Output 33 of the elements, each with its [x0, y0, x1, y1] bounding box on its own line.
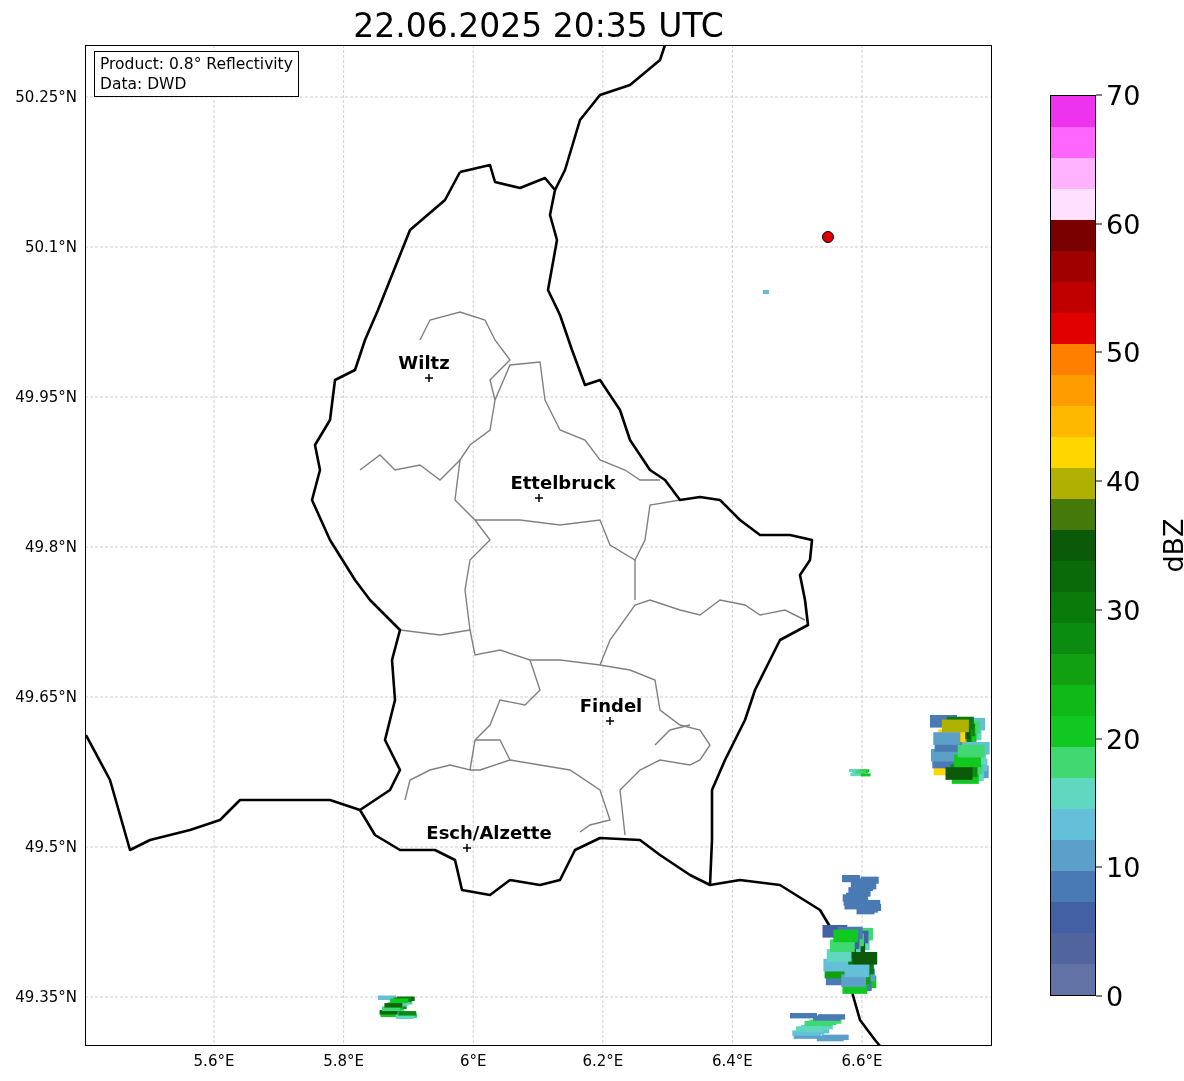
- longitude-label: 6.2°E: [582, 1052, 624, 1070]
- longitude-label: 5.6°E: [193, 1052, 235, 1070]
- colorbar-tick-label: 20: [1106, 723, 1141, 755]
- city-label: Ettelbruck: [510, 471, 616, 493]
- longitude-label: 6.4°E: [711, 1052, 753, 1070]
- latitude-label: 50.1°N: [24, 238, 77, 256]
- city-label: Findel: [579, 694, 643, 716]
- colorbar-title: dBZ: [1157, 518, 1184, 573]
- city-label: Wiltz: [398, 351, 450, 373]
- city-marker-icon: [534, 493, 544, 503]
- latitude-label: 49.8°N: [24, 538, 77, 556]
- latitude-label: 50.25°N: [15, 88, 77, 106]
- colorbar-tick-label: 0: [1106, 980, 1124, 1012]
- latitude-label: 49.65°N: [15, 688, 77, 706]
- city-marker-icon: [424, 373, 434, 383]
- city-marker-icon: [462, 843, 472, 853]
- latitude-label: 49.35°N: [15, 988, 77, 1006]
- latitude-label: 49.95°N: [15, 388, 77, 406]
- legend-text: Data: DWD: [100, 74, 188, 94]
- colorbar-tick-label: 60: [1106, 208, 1141, 240]
- colorbar-tick-label: 50: [1106, 336, 1141, 368]
- city-label: Esch/Alzette: [426, 821, 552, 843]
- city-marker-icon: [605, 716, 615, 726]
- colorbar-tick-label: 70: [1106, 79, 1141, 111]
- longitude-label: 6°E: [459, 1052, 487, 1070]
- colorbar-tick-label: 10: [1106, 851, 1141, 883]
- latitude-label: 49.5°N: [24, 838, 77, 856]
- colorbar-tick-label: 40: [1106, 465, 1141, 497]
- colorbar-tick-label: 30: [1106, 594, 1141, 626]
- legend-text: Product: 0.8° Reflectivity: [100, 54, 293, 74]
- longitude-label: 6.6°E: [841, 1052, 883, 1070]
- longitude-label: 5.8°E: [323, 1052, 364, 1070]
- chart-title: 22.06.2025 20:35 UTC: [352, 5, 725, 45]
